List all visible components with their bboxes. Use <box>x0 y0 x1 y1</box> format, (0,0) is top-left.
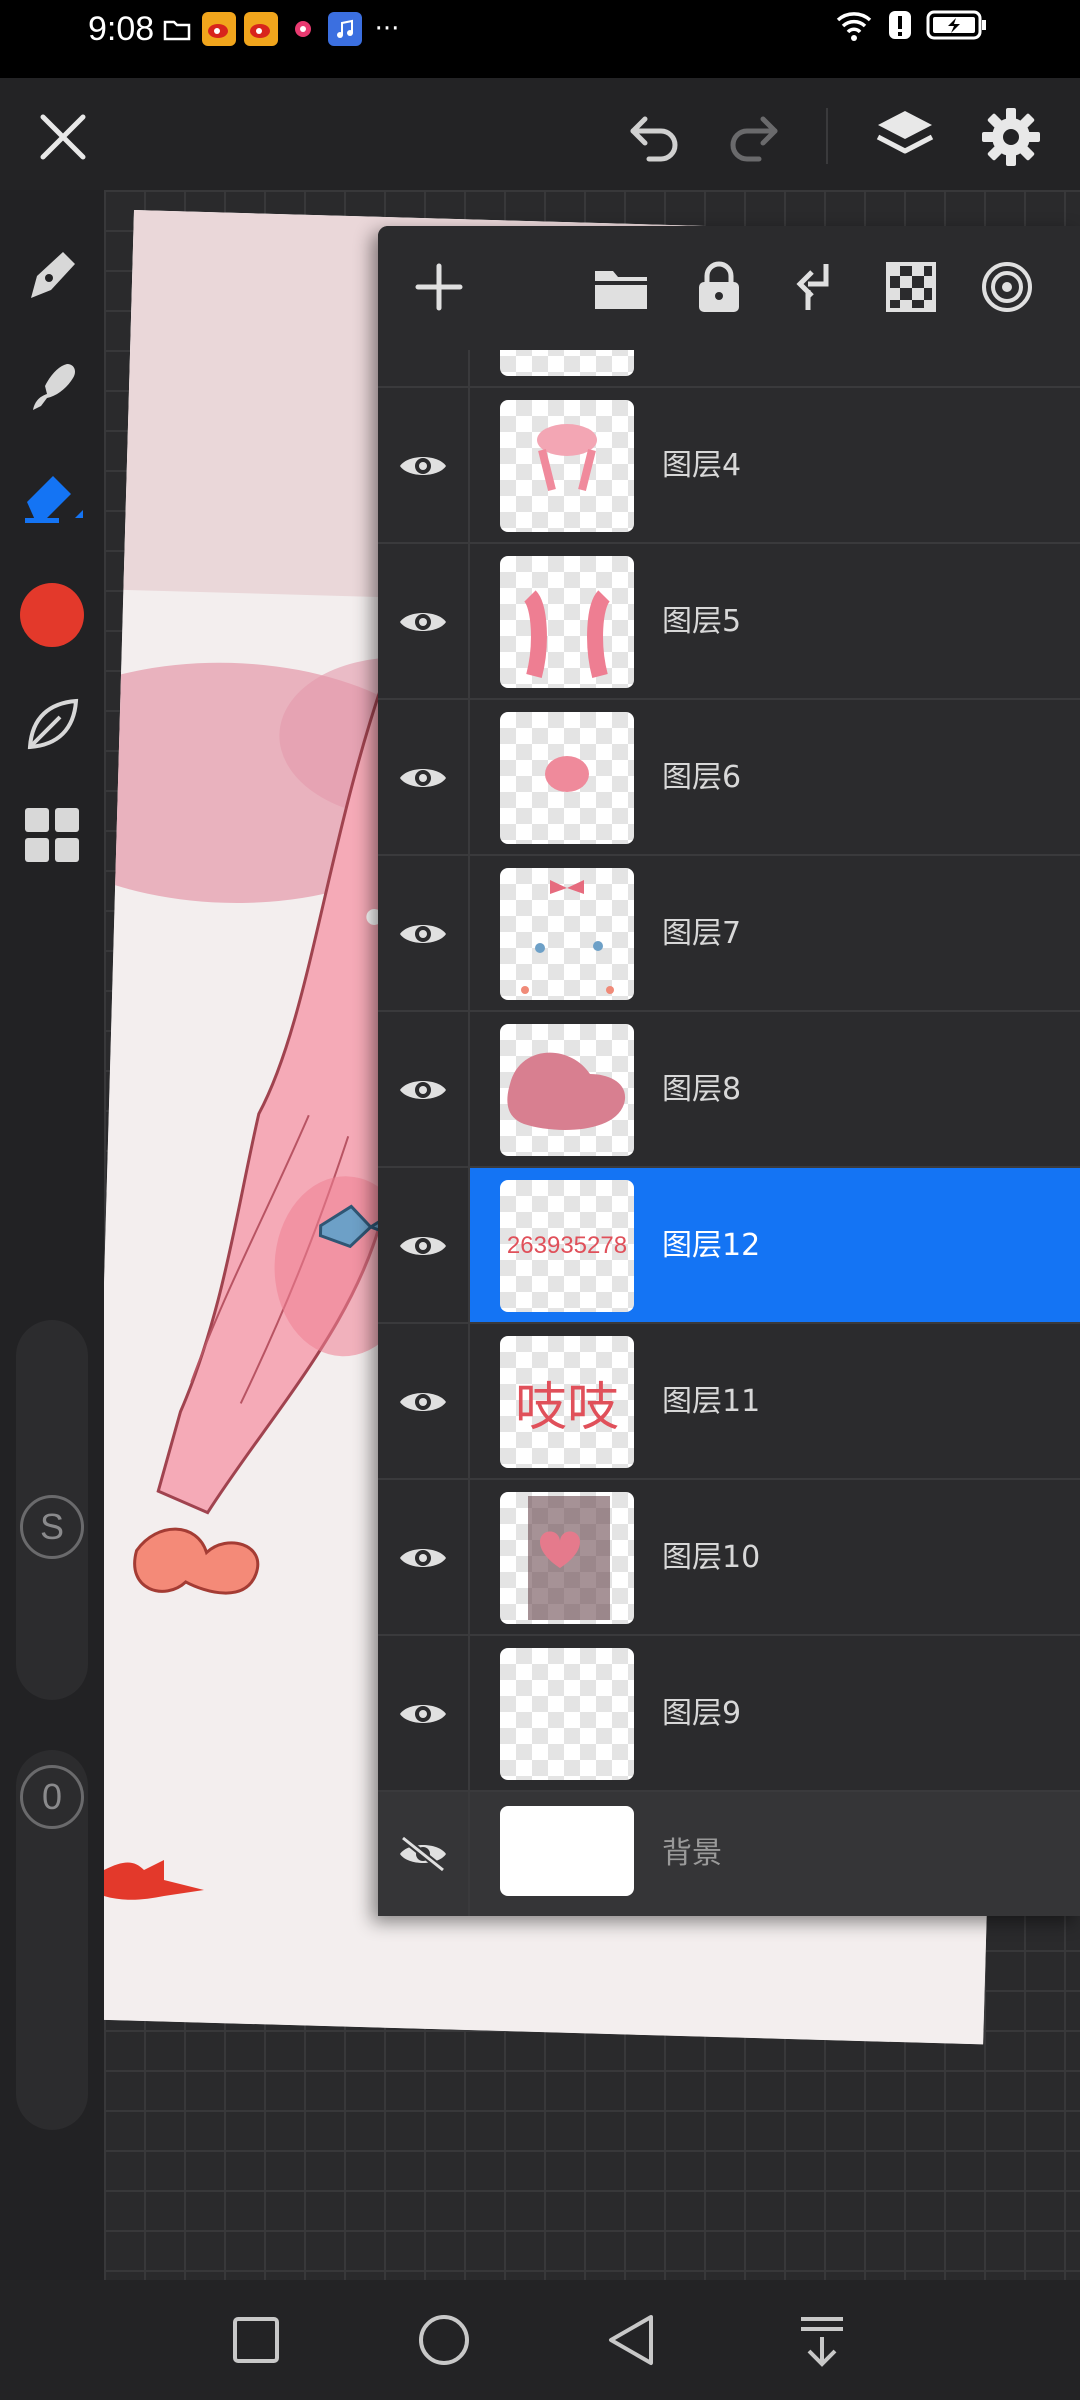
visibility-eye-icon[interactable] <box>378 1168 470 1324</box>
recents-square-icon[interactable] <box>224 2308 288 2372</box>
status-bar: 9:08 ··· <box>0 0 1080 78</box>
app-notification-icon <box>286 12 320 46</box>
eye-column <box>378 350 470 388</box>
home-circle-icon[interactable] <box>412 2308 476 2372</box>
redo-icon[interactable] <box>718 102 788 172</box>
grid-icon[interactable] <box>17 800 87 870</box>
current-color <box>20 583 84 647</box>
layer-name: 图层8 <box>662 1072 742 1107</box>
alert-icon <box>888 8 912 46</box>
merge-down-icon[interactable] <box>782 254 848 320</box>
weibo-icon <box>244 12 278 46</box>
visibility-eye-icon[interactable] <box>378 856 470 1012</box>
folder-notification-icon <box>160 12 194 46</box>
red-stroke-decoration <box>104 1860 204 1900</box>
transparency-icon[interactable] <box>878 254 944 320</box>
layer-name: 图层11 <box>662 1384 761 1419</box>
layer-row[interactable]: 图层5 <box>378 544 1080 700</box>
layer-name: 图层9 <box>662 1696 742 1731</box>
weibo-icon <box>202 12 236 46</box>
undo-icon[interactable] <box>620 102 690 172</box>
layer-thumbnail <box>500 712 634 844</box>
layer-row[interactable]: 图层8 <box>378 1012 1080 1168</box>
layer-name: 图层7 <box>662 916 742 951</box>
hidden-eye-icon[interactable] <box>378 1792 470 1916</box>
thumbnail-text: 吱吱 <box>514 1377 619 1438</box>
eraser-icon[interactable] <box>17 460 87 530</box>
settings-gear-icon[interactable] <box>976 102 1046 172</box>
layer-row-selected[interactable]: 263935278 图层12 <box>378 1168 1080 1324</box>
app-root: 9:08 ··· S 0 图层4 图层5 图层6 图层7 图层8 2639352… <box>0 0 1080 2400</box>
layers-toolbar <box>378 226 1080 350</box>
smudge-icon[interactable] <box>17 350 87 420</box>
background-layer-row[interactable]: 背景 <box>378 1792 1080 1916</box>
layer-row[interactable]: 图层6 <box>378 700 1080 856</box>
system-icons <box>834 8 988 46</box>
visibility-eye-icon[interactable] <box>378 1012 470 1168</box>
add-layer-icon[interactable] <box>406 254 472 320</box>
layers-icon[interactable] <box>870 102 940 172</box>
pen-icon[interactable] <box>17 240 87 310</box>
visibility-eye-icon[interactable] <box>378 700 470 856</box>
top-toolbar <box>0 78 1080 190</box>
layer-thumbnail <box>500 350 634 376</box>
lock-icon[interactable] <box>686 254 752 320</box>
color-swatch[interactable] <box>17 580 87 650</box>
more-notifications: ··· <box>374 14 400 44</box>
layer-thumbnail <box>500 1024 634 1156</box>
layer-row[interactable]: 图层4 <box>378 388 1080 544</box>
layer-row[interactable]: 图层7 <box>378 856 1080 1012</box>
layer-name: 图层12 <box>662 1228 761 1263</box>
folder-icon[interactable] <box>588 254 654 320</box>
visibility-eye-icon[interactable] <box>378 1636 470 1792</box>
layer-thumbnail: 吱吱 <box>500 1336 634 1468</box>
battery-icon <box>926 8 988 46</box>
thumbnail-text: 263935278 <box>506 1232 628 1259</box>
opacity-badge: 0 <box>20 1765 84 1829</box>
close-icon[interactable] <box>28 102 98 172</box>
layer-row[interactable]: 图层10 <box>378 1480 1080 1636</box>
layer-name: 背景 <box>662 1836 722 1871</box>
leaf-icon[interactable] <box>17 690 87 760</box>
visibility-eye-icon[interactable] <box>378 544 470 700</box>
status-time: 9:08 <box>88 10 155 48</box>
visibility-eye-icon[interactable] <box>378 1480 470 1636</box>
layer-thumbnail <box>500 1806 634 1896</box>
layer-name: 图层10 <box>662 1540 761 1575</box>
music-icon <box>328 12 362 46</box>
layer-thumbnail <box>500 556 634 688</box>
visibility-eye-icon[interactable] <box>378 1324 470 1480</box>
notification-pull-down-icon[interactable] <box>790 2308 854 2372</box>
layer-name: 图层4 <box>662 448 742 483</box>
layer-thumbnail <box>500 868 634 1000</box>
layer-thumbnail: 263935278 <box>500 1180 634 1312</box>
wifi-icon <box>834 8 874 46</box>
layer-thumbnail <box>500 1648 634 1780</box>
back-triangle-icon[interactable] <box>600 2308 664 2372</box>
target-icon[interactable] <box>974 254 1040 320</box>
layer-thumbnail <box>500 400 634 532</box>
system-nav-bar <box>0 2280 1080 2400</box>
toolbar-divider <box>826 108 828 164</box>
layer-name: 图层6 <box>662 760 742 795</box>
visibility-eye-icon[interactable] <box>378 388 470 544</box>
layer-thumbnail <box>500 1492 634 1624</box>
brush-size-badge: S <box>20 1495 84 1559</box>
layer-row-partial <box>378 350 1080 388</box>
layers-panel: 图层4 图层5 图层6 图层7 图层8 263935278 图层12 吱吱 图层… <box>378 226 1080 1916</box>
left-toolbar: S 0 <box>0 190 104 2280</box>
layer-name: 图层5 <box>662 604 742 639</box>
layer-row[interactable]: 吱吱 图层11 <box>378 1324 1080 1480</box>
notification-icons: ··· <box>160 12 404 46</box>
layer-row[interactable]: 图层9 <box>378 1636 1080 1792</box>
layers-list[interactable]: 图层4 图层5 图层6 图层7 图层8 263935278 图层12 吱吱 图层… <box>378 350 1080 1916</box>
